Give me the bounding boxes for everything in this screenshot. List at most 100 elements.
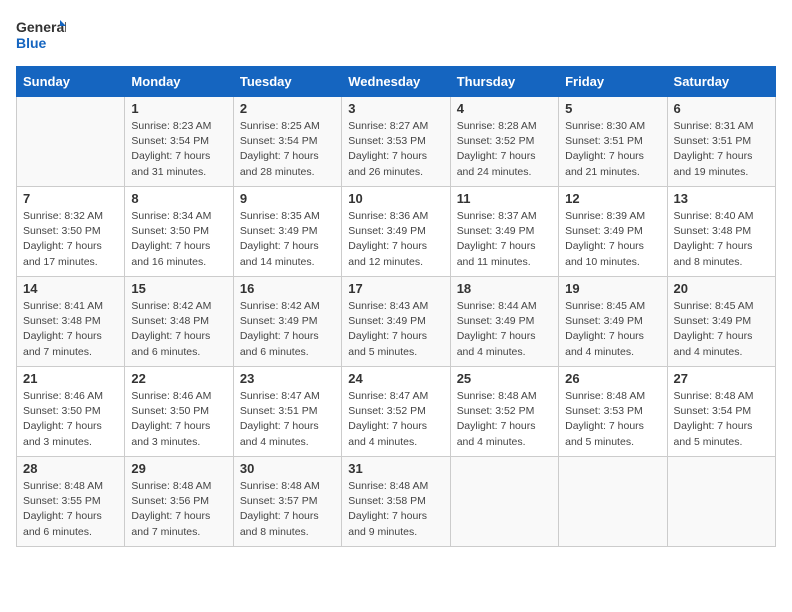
calendar-week-1: 1 Sunrise: 8:23 AMSunset: 3:54 PMDaylight… bbox=[17, 97, 776, 187]
cell-sun-info: Sunrise: 8:45 AMSunset: 3:49 PMDaylight:… bbox=[674, 299, 769, 360]
day-number: 3 bbox=[348, 101, 443, 116]
day-number: 15 bbox=[131, 281, 226, 296]
day-number: 18 bbox=[457, 281, 552, 296]
calendar-cell: 4Sunrise: 8:28 AMSunset: 3:52 PMDaylight… bbox=[450, 97, 558, 187]
calendar-cell: 2Sunrise: 8:25 AMSunset: 3:54 PMDaylight… bbox=[233, 97, 341, 187]
cell-sun-info: Sunrise: 8:23 AMSunset: 3:54 PMDaylight:… bbox=[131, 119, 226, 180]
calendar-week-5: 28Sunrise: 8:48 AMSunset: 3:55 PMDayligh… bbox=[17, 457, 776, 547]
weekday-header-friday: Friday bbox=[559, 67, 667, 97]
cell-sun-info: Sunrise: 8:48 AMSunset: 3:53 PMDaylight:… bbox=[565, 389, 660, 450]
day-number: 25 bbox=[457, 371, 552, 386]
cell-sun-info: Sunrise: 8:48 AMSunset: 3:52 PMDaylight:… bbox=[457, 389, 552, 450]
header-row: SundayMondayTuesdayWednesdayThursdayFrid… bbox=[17, 67, 776, 97]
calendar-cell: 17 Sunrise: 8:43 AMSunset: 3:49 PMDayligh… bbox=[342, 277, 450, 367]
cell-sun-info: Sunrise: 8:31 AMSunset: 3:51 PMDaylight:… bbox=[674, 119, 769, 180]
day-number: 6 bbox=[674, 101, 769, 116]
logo: General Blue bbox=[16, 16, 66, 56]
weekday-header-tuesday: Tuesday bbox=[233, 67, 341, 97]
calendar-cell: 23 Sunrise: 8:47 AMSunset: 3:51 PMDayligh… bbox=[233, 367, 341, 457]
svg-text:General: General bbox=[16, 19, 66, 35]
cell-sun-info: Sunrise: 8:45 AMSunset: 3:49 PMDaylight:… bbox=[565, 299, 660, 360]
calendar-cell: 31Sunrise: 8:48 AMSunset: 3:58 PMDayligh… bbox=[342, 457, 450, 547]
cell-sun-info: Sunrise: 8:42 AMSunset: 3:49 PMDaylight:… bbox=[240, 299, 335, 360]
cell-sun-info: Sunrise: 8:30 AMSunset: 3:51 PMDaylight:… bbox=[565, 119, 660, 180]
cell-sun-info: Sunrise: 8:28 AMSunset: 3:52 PMDaylight:… bbox=[457, 119, 552, 180]
calendar-cell: 12Sunrise: 8:39 AMSunset: 3:49 PMDayligh… bbox=[559, 187, 667, 277]
calendar-cell: 27 Sunrise: 8:48 AMSunset: 3:54 PMDayligh… bbox=[667, 367, 775, 457]
day-number: 2 bbox=[240, 101, 335, 116]
calendar-cell: 22 Sunrise: 8:46 AMSunset: 3:50 PMDayligh… bbox=[125, 367, 233, 457]
day-number: 20 bbox=[674, 281, 769, 296]
calendar-week-2: 7 Sunrise: 8:32 AMSunset: 3:50 PMDaylight… bbox=[17, 187, 776, 277]
calendar-cell: 29Sunrise: 8:48 AMSunset: 3:56 PMDayligh… bbox=[125, 457, 233, 547]
day-number: 14 bbox=[23, 281, 118, 296]
logo-svg: General Blue bbox=[16, 16, 66, 56]
cell-sun-info: Sunrise: 8:43 AMSunset: 3:49 PMDaylight:… bbox=[348, 299, 443, 360]
day-number: 13 bbox=[674, 191, 769, 206]
day-number: 8 bbox=[131, 191, 226, 206]
calendar-cell: 7 Sunrise: 8:32 AMSunset: 3:50 PMDaylight… bbox=[17, 187, 125, 277]
day-number: 22 bbox=[131, 371, 226, 386]
calendar-table: SundayMondayTuesdayWednesdayThursdayFrid… bbox=[16, 66, 776, 547]
cell-sun-info: Sunrise: 8:36 AMSunset: 3:49 PMDaylight:… bbox=[348, 209, 443, 270]
day-number: 17 bbox=[348, 281, 443, 296]
day-number: 1 bbox=[131, 101, 226, 116]
weekday-header-wednesday: Wednesday bbox=[342, 67, 450, 97]
calendar-cell bbox=[450, 457, 558, 547]
cell-sun-info: Sunrise: 8:46 AMSunset: 3:50 PMDaylight:… bbox=[131, 389, 226, 450]
calendar-cell: 21 Sunrise: 8:46 AMSunset: 3:50 PMDayligh… bbox=[17, 367, 125, 457]
day-number: 23 bbox=[240, 371, 335, 386]
calendar-cell: 9 Sunrise: 8:35 AMSunset: 3:49 PMDaylight… bbox=[233, 187, 341, 277]
weekday-header-sunday: Sunday bbox=[17, 67, 125, 97]
calendar-cell: 15 Sunrise: 8:42 AMSunset: 3:48 PMDayligh… bbox=[125, 277, 233, 367]
cell-sun-info: Sunrise: 8:32 AMSunset: 3:50 PMDaylight:… bbox=[23, 209, 118, 270]
day-number: 24 bbox=[348, 371, 443, 386]
calendar-cell: 11Sunrise: 8:37 AMSunset: 3:49 PMDayligh… bbox=[450, 187, 558, 277]
calendar-cell: 1 Sunrise: 8:23 AMSunset: 3:54 PMDaylight… bbox=[125, 97, 233, 187]
day-number: 9 bbox=[240, 191, 335, 206]
calendar-cell: 20 Sunrise: 8:45 AMSunset: 3:49 PMDayligh… bbox=[667, 277, 775, 367]
day-number: 26 bbox=[565, 371, 660, 386]
calendar-week-4: 21 Sunrise: 8:46 AMSunset: 3:50 PMDayligh… bbox=[17, 367, 776, 457]
day-number: 27 bbox=[674, 371, 769, 386]
calendar-cell: 28Sunrise: 8:48 AMSunset: 3:55 PMDayligh… bbox=[17, 457, 125, 547]
calendar-cell: 13 Sunrise: 8:40 AMSunset: 3:48 PMDayligh… bbox=[667, 187, 775, 277]
calendar-cell: 3Sunrise: 8:27 AMSunset: 3:53 PMDaylight… bbox=[342, 97, 450, 187]
weekday-header-thursday: Thursday bbox=[450, 67, 558, 97]
cell-sun-info: Sunrise: 8:42 AMSunset: 3:48 PMDaylight:… bbox=[131, 299, 226, 360]
day-number: 19 bbox=[565, 281, 660, 296]
cell-sun-info: Sunrise: 8:40 AMSunset: 3:48 PMDaylight:… bbox=[674, 209, 769, 270]
day-number: 11 bbox=[457, 191, 552, 206]
calendar-cell: 18 Sunrise: 8:44 AMSunset: 3:49 PMDayligh… bbox=[450, 277, 558, 367]
svg-text:Blue: Blue bbox=[16, 35, 47, 51]
page-header: General Blue bbox=[16, 16, 776, 56]
weekday-header-saturday: Saturday bbox=[667, 67, 775, 97]
cell-sun-info: Sunrise: 8:48 AMSunset: 3:55 PMDaylight:… bbox=[23, 479, 118, 540]
cell-sun-info: Sunrise: 8:34 AMSunset: 3:50 PMDaylight:… bbox=[131, 209, 226, 270]
day-number: 16 bbox=[240, 281, 335, 296]
cell-sun-info: Sunrise: 8:46 AMSunset: 3:50 PMDaylight:… bbox=[23, 389, 118, 450]
cell-sun-info: Sunrise: 8:44 AMSunset: 3:49 PMDaylight:… bbox=[457, 299, 552, 360]
cell-sun-info: Sunrise: 8:48 AMSunset: 3:54 PMDaylight:… bbox=[674, 389, 769, 450]
day-number: 5 bbox=[565, 101, 660, 116]
cell-sun-info: Sunrise: 8:41 AMSunset: 3:48 PMDaylight:… bbox=[23, 299, 118, 360]
cell-sun-info: Sunrise: 8:47 AMSunset: 3:52 PMDaylight:… bbox=[348, 389, 443, 450]
cell-sun-info: Sunrise: 8:47 AMSunset: 3:51 PMDaylight:… bbox=[240, 389, 335, 450]
cell-sun-info: Sunrise: 8:48 AMSunset: 3:57 PMDaylight:… bbox=[240, 479, 335, 540]
calendar-cell bbox=[17, 97, 125, 187]
day-number: 30 bbox=[240, 461, 335, 476]
calendar-cell: 10Sunrise: 8:36 AMSunset: 3:49 PMDayligh… bbox=[342, 187, 450, 277]
day-number: 31 bbox=[348, 461, 443, 476]
calendar-cell: 25 Sunrise: 8:48 AMSunset: 3:52 PMDayligh… bbox=[450, 367, 558, 457]
calendar-cell: 26 Sunrise: 8:48 AMSunset: 3:53 PMDayligh… bbox=[559, 367, 667, 457]
calendar-week-3: 14 Sunrise: 8:41 AMSunset: 3:48 PMDayligh… bbox=[17, 277, 776, 367]
cell-sun-info: Sunrise: 8:35 AMSunset: 3:49 PMDaylight:… bbox=[240, 209, 335, 270]
calendar-cell: 8 Sunrise: 8:34 AMSunset: 3:50 PMDaylight… bbox=[125, 187, 233, 277]
calendar-cell: 6 Sunrise: 8:31 AMSunset: 3:51 PMDaylight… bbox=[667, 97, 775, 187]
day-number: 12 bbox=[565, 191, 660, 206]
calendar-cell: 30 Sunrise: 8:48 AMSunset: 3:57 PMDayligh… bbox=[233, 457, 341, 547]
day-number: 21 bbox=[23, 371, 118, 386]
calendar-cell: 19 Sunrise: 8:45 AMSunset: 3:49 PMDayligh… bbox=[559, 277, 667, 367]
calendar-cell bbox=[559, 457, 667, 547]
day-number: 7 bbox=[23, 191, 118, 206]
